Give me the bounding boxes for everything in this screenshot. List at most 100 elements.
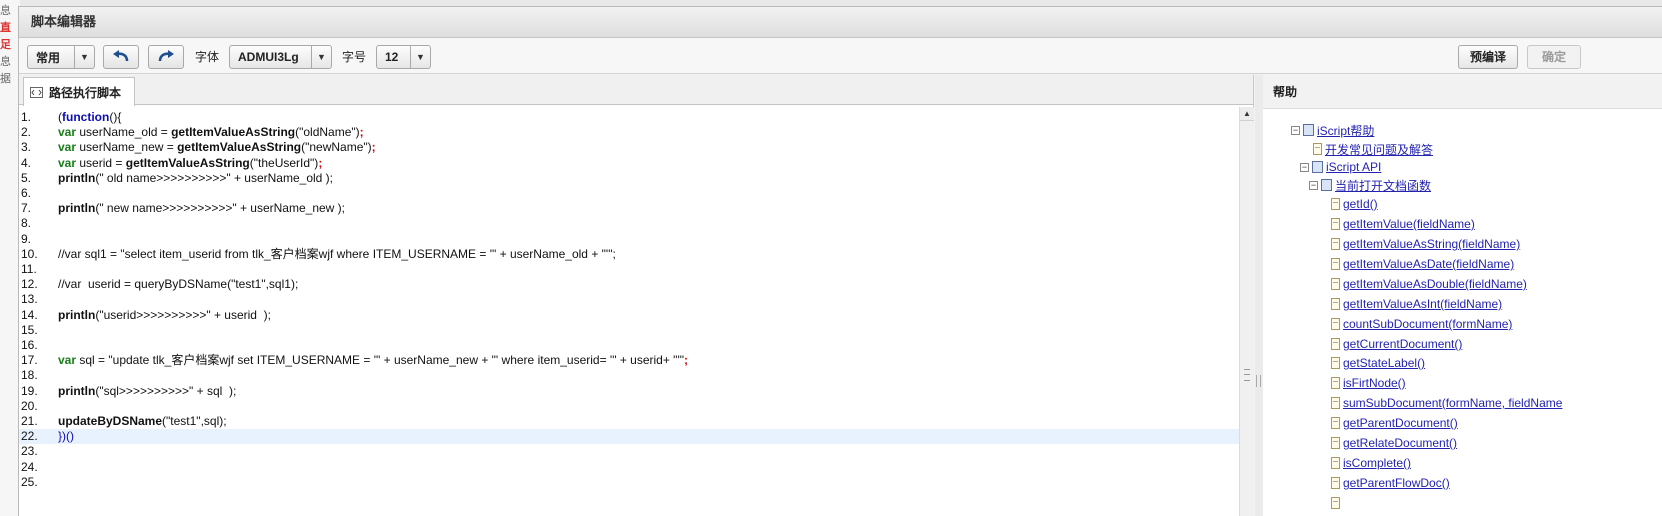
script-icon (30, 86, 43, 98)
tree-label[interactable]: getStateLabel() (1343, 356, 1425, 370)
tree-label[interactable]: sumSubDocument(formName, fieldName (1343, 396, 1562, 410)
editor-scrollbar[interactable]: ▲ (1239, 107, 1254, 516)
tree-label[interactable]: isFirtNode() (1343, 376, 1406, 390)
confirm-button[interactable]: 确定 (1527, 45, 1581, 69)
tree-node-function[interactable]: getItemValueAsString(fieldName) (1331, 235, 1520, 253)
line-number: 3. (21, 140, 32, 155)
line-number: 6. (21, 186, 32, 200)
help-pane: 帮助 − iScript帮助 开发常见问题及解答 − iScript API −… (1263, 75, 1662, 516)
tree-label[interactable]: getItemValueAsDate(fieldName) (1343, 257, 1514, 271)
tree-node-function[interactable]: getItemValue(fieldName) (1331, 215, 1475, 233)
chevron-down-icon[interactable]: ▼ (74, 46, 94, 68)
tree-label[interactable]: 当前打开文档函数 (1335, 177, 1431, 194)
tree-node-function[interactable]: getStateLabel() (1331, 354, 1425, 372)
tree-node-function[interactable]: getId() (1331, 195, 1378, 213)
tree-label[interactable]: getItemValueAsString(fieldName) (1343, 237, 1520, 251)
tree-node-function[interactable]: getParentDocument() (1331, 414, 1458, 432)
screen: 息 直足 息 据 脚本编辑器 常用 ▼ 字体 ADMUI3Lg ▼ 字号 12 … (0, 0, 1662, 516)
redo-button[interactable] (148, 45, 184, 69)
code-line: 8. (19, 216, 1239, 231)
tree-label[interactable]: iScript帮助 (1317, 122, 1374, 139)
tab-label: 路径执行脚本 (49, 85, 122, 100)
line-number: 13. (21, 292, 38, 307)
line-number: 5. (21, 170, 32, 185)
tree-label[interactable]: getId() (1343, 197, 1378, 211)
tree-label[interactable]: getItemValueAsInt(fieldName) (1343, 297, 1502, 311)
document-icon (1331, 218, 1340, 230)
tree-label[interactable]: countSubDocument(formName) (1343, 317, 1512, 331)
background-left-strip: 息 直足 息 据 (0, 0, 20, 516)
tree-label[interactable]: isComplete() (1343, 456, 1411, 470)
tree-label[interactable]: 开发常见问题及解答 (1325, 141, 1433, 158)
line-number: 22. (21, 429, 38, 444)
tree-node-function[interactable]: isFirtNode() (1331, 374, 1406, 392)
splitter-grip[interactable] (1256, 375, 1261, 387)
line-number: 7. (21, 201, 32, 216)
redo-icon (158, 50, 174, 62)
mode-select-value: 常用 (36, 50, 61, 65)
tree-label[interactable]: getCurrentDocument() (1343, 337, 1462, 351)
font-select[interactable]: ADMUI3Lg ▼ (229, 45, 332, 69)
line-number: 1. (21, 110, 32, 124)
document-icon (1331, 318, 1340, 330)
tree-label[interactable]: getRelateDocument() (1343, 436, 1457, 450)
tree-node-function[interactable]: getItemValueAsDate(fieldName) (1331, 255, 1514, 273)
code-line: 17. var sql = "update tlk_客户档案wjf set ITE… (21, 353, 688, 368)
chevron-down-icon[interactable]: ▼ (311, 46, 331, 68)
document-icon (1331, 497, 1340, 509)
code-editor[interactable]: 1. (function(){ 2. var userName_old = getI… (19, 107, 1239, 516)
toolbar: 常用 ▼ 字体 ADMUI3Lg ▼ 字号 12 ▼ 预编译 确定 (19, 38, 1662, 74)
line-number: 9. (21, 231, 32, 246)
line-number: 15. (21, 322, 38, 337)
code-line: 16. (19, 338, 1239, 353)
mode-select[interactable]: 常用 ▼ (27, 45, 95, 69)
collapse-icon[interactable]: − (1300, 162, 1309, 172)
tree-node-function[interactable]: getCurrentDocument() (1331, 335, 1462, 353)
size-select[interactable]: 12 ▼ (376, 45, 431, 69)
document-icon (1331, 198, 1340, 210)
tab-path-script[interactable]: 路径执行脚本 (23, 77, 135, 106)
code-line: 25. (19, 475, 1239, 490)
undo-button[interactable] (103, 45, 139, 69)
tree-node-iscript-api[interactable]: − iScript API (1300, 158, 1381, 176)
code-line: 3. var userName_new = getItemValueAsStrin… (21, 140, 376, 155)
tree-label[interactable]: getItemValueAsDouble(fieldName) (1343, 277, 1527, 291)
tree-label[interactable]: getParentDocument() (1343, 416, 1458, 430)
code-line-active: 22.})() (19, 429, 1239, 445)
document-icon (1331, 357, 1340, 369)
line-number: 4. (21, 155, 32, 170)
tree-node-function[interactable]: getItemValueAsInt(fieldName) (1331, 295, 1502, 313)
scrollbar-grip[interactable] (1244, 369, 1250, 381)
pane-splitter[interactable] (1255, 75, 1263, 516)
line-number: 25. (21, 474, 38, 489)
collapse-icon[interactable]: − (1309, 180, 1318, 190)
document-icon (1331, 258, 1340, 270)
line-number: 24. (21, 459, 38, 474)
scroll-up-arrow-icon[interactable]: ▲ (1240, 107, 1254, 121)
size-label: 字号 (342, 50, 367, 64)
tree-label[interactable]: iScript API (1326, 160, 1381, 174)
background-char: 直足 (0, 22, 11, 51)
chevron-down-icon[interactable]: ▼ (410, 46, 430, 68)
tree-node-iscript-help[interactable]: − iScript帮助 (1291, 121, 1374, 139)
document-icon (1331, 417, 1340, 429)
tree-label[interactable]: getItemValue(fieldName) (1343, 217, 1475, 231)
tree-node-function[interactable]: countSubDocument(formName) (1331, 315, 1512, 333)
code-line: 18. (19, 368, 1239, 383)
tree-node-current-doc-functions[interactable]: − 当前打开文档函数 (1309, 176, 1431, 194)
tree-label[interactable]: getParentFlowDoc() (1343, 476, 1450, 490)
line-number: 19. (21, 383, 38, 398)
editor-pane: 路径执行脚本 1. (function(){ 2. var userName_old… (19, 75, 1254, 516)
tree-node-function[interactable]: getParentFlowDoc() (1331, 474, 1450, 492)
tree-node-function[interactable]: isComplete() (1331, 454, 1411, 472)
code-line: 6. (19, 186, 1239, 201)
precompile-button[interactable]: 预编译 (1458, 45, 1518, 69)
tree-node-faq[interactable]: 开发常见问题及解答 (1313, 140, 1433, 158)
line-number: 14. (21, 307, 38, 322)
collapse-icon[interactable]: − (1291, 125, 1300, 135)
tree-node-function[interactable]: getItemValueAsDouble(fieldName) (1331, 275, 1527, 293)
tree-node-function[interactable]: getRelateDocument() (1331, 434, 1457, 452)
font-label: 字体 (195, 50, 220, 64)
line-number: 16. (21, 338, 38, 352)
tree-node-function[interactable]: sumSubDocument(formName, fieldName (1331, 394, 1562, 412)
